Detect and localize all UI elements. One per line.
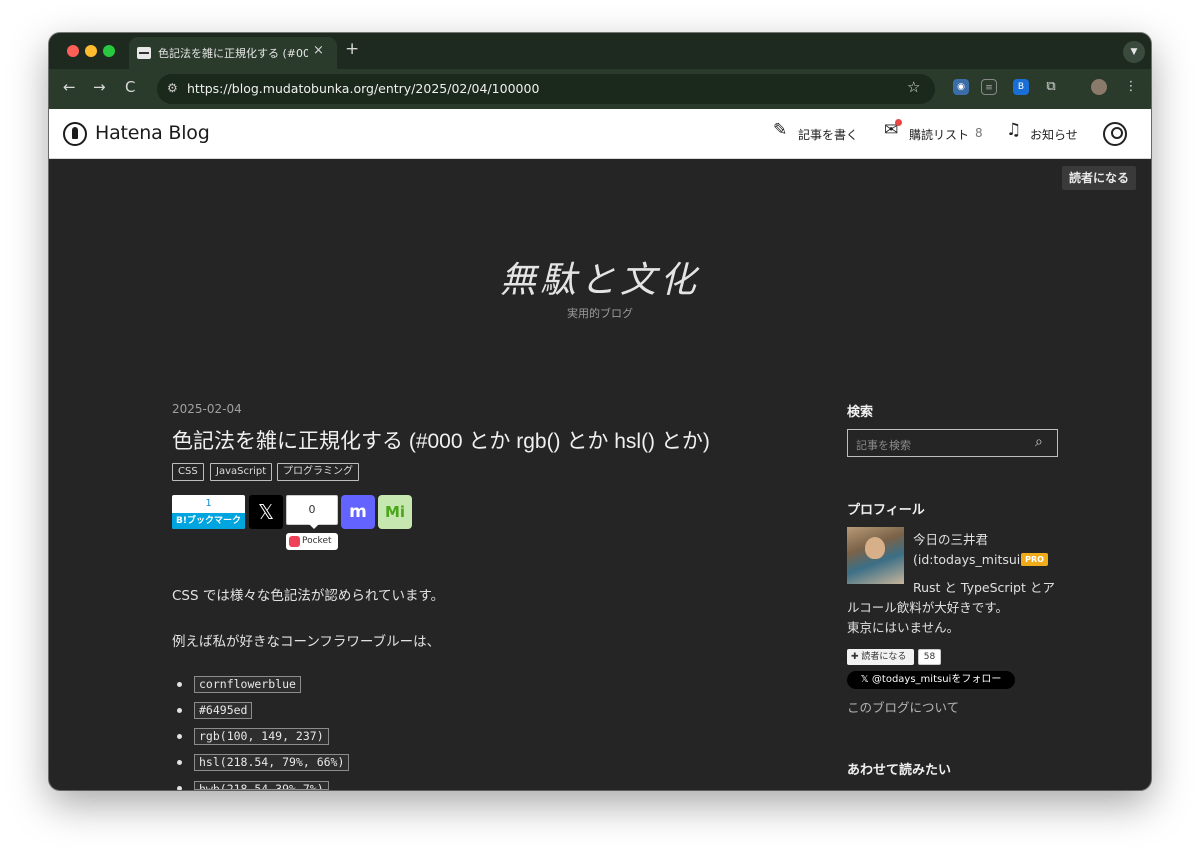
profile-bio: 東京にはいません。 [847,620,960,635]
search-icon[interactable]: ⌕ [1035,434,1043,450]
category-tag[interactable]: プログラミング [277,463,359,481]
list-bullet [177,708,182,713]
write-icon[interactable]: ✎ [773,120,787,140]
profile-id[interactable]: (id:todays_mitsui) [913,552,1025,567]
pocket-button[interactable]: Pocket [286,533,338,550]
puzzle-icon[interactable]: ⧉ [1043,79,1059,95]
follow-button[interactable]: ✚ 読者になる [847,649,914,665]
hatena-logo-icon[interactable] [63,122,87,146]
address-bar[interactable]: ⚙ https://blog.mudatobunka.org/entry/202… [157,74,935,104]
hatena-logo-text[interactable]: Hatena Blog [95,122,210,144]
about-blog-link[interactable]: このブログについて [847,697,959,716]
share-count-bubble: 0 [286,495,338,529]
profile-bio: ルコール飲料が大好きです。 [847,600,1009,615]
tab-strip: 色記法を雑に正規化する (#000 × + ▼ [49,33,1151,69]
tab-search-icon[interactable]: ▼ [1123,41,1145,63]
search-placeholder: 記事を検索 [856,439,911,452]
back-button[interactable]: ← [63,78,76,96]
category-tag[interactable]: CSS [172,463,204,481]
write-entry-link[interactable]: 記事を書く [798,126,858,143]
profile-heading: プロフィール [847,503,925,518]
search-heading: 検索 [847,405,874,420]
list-bullet [177,786,182,790]
bookmark-count: 1 [205,498,212,509]
bookmark-label: B!ブックマーク [172,513,245,529]
x-follow-button[interactable]: 𝕏 @todays_mitsuiをフォロー [847,671,1015,689]
code-item: hwb(218.54 39% 7%) [194,781,329,790]
tab-close-button[interactable]: × [313,43,324,58]
minimize-window-button[interactable] [85,45,97,57]
site-settings-icon[interactable]: ⚙ [167,81,178,95]
related-heading: あわせて読みたい [847,763,952,778]
profile-name[interactable]: 今日の三井君 [913,529,988,548]
code-item: #6495ed [194,702,253,719]
hatena-bookmark-extension-icon[interactable]: B [1013,79,1029,95]
profile-icon[interactable] [1091,79,1107,95]
misskey-share-button[interactable]: Mi [378,495,412,529]
entry-title[interactable]: 色記法を雑に正規化する (#000 とか rgb() とか hsl() とか) [172,425,710,455]
code-item: rgb(100, 149, 237) [194,728,329,745]
list-bullet [177,682,182,687]
star-icon[interactable]: ☆ [907,78,920,96]
pro-badge: PRO [1021,553,1048,566]
hatena-header: Hatena Blog ✎ 記事を書く ✉ 購読リスト 8 ♫ お知らせ [49,109,1151,159]
tab-title: 色記法を雑に正規化する (#000 [158,47,308,60]
maximize-window-button[interactable] [103,45,115,57]
category-tag[interactable]: JavaScript [210,463,273,481]
browser-tab[interactable]: 色記法を雑に正規化する (#000 × [129,37,337,69]
reader-mode-icon[interactable]: ≡ [981,79,997,95]
code-item: cornflowerblue [194,676,301,693]
bell-icon[interactable]: ♫ [1006,120,1021,140]
notification-dot [895,119,902,126]
user-account-icon[interactable] [1103,122,1127,146]
code-item: hsl(218.54, 79%, 66%) [194,754,350,771]
follower-count: 58 [918,649,941,665]
reading-list-link[interactable]: 購読リスト [909,126,969,143]
subscribe-button[interactable]: 読者になる [1062,166,1136,190]
entry-date[interactable]: 2025-02-04 [172,402,242,416]
notifications-link[interactable]: お知らせ [1030,126,1078,143]
close-window-button[interactable] [67,45,79,57]
mastodon-share-button[interactable]: m [341,495,375,529]
profile-bio: Rust と TypeScript とア [913,580,1055,595]
reload-button[interactable]: C [125,78,135,96]
new-tab-button[interactable]: + [345,39,359,59]
search-input[interactable]: 記事を検索 ⌕ [847,429,1058,457]
hatena-bookmark-button[interactable]: 1 B!ブックマーク [172,495,245,529]
browser-window: 色記法を雑に正規化する (#000 × + ▼ ← → C ⚙ https://… [49,33,1151,790]
x-share-button[interactable]: 𝕏 [249,495,283,529]
reading-list-count: 8 [975,126,983,140]
blog-title-logo[interactable]: 無駄と文化 [49,251,1151,303]
blog-description: 実用的ブログ [567,307,633,320]
avatar[interactable] [847,527,904,584]
entry-paragraph: 例えば私が好きなコーンフラワーブルーは、 [172,634,441,650]
list-bullet [177,760,182,765]
browser-menu-icon[interactable]: ⋮ [1123,79,1139,95]
list-bullet [177,734,182,739]
browser-toolbar: ← → C ⚙ https://blog.mudatobunka.org/ent… [49,69,1151,109]
forward-button[interactable]: → [93,78,106,96]
url-text: https://blog.mudatobunka.org/entry/2025/… [187,81,540,96]
extension-icon[interactable]: ◉ [953,79,969,95]
favicon-icon [137,47,151,59]
entry-paragraph: CSS では様々な色記法が認められています。 [172,588,445,604]
